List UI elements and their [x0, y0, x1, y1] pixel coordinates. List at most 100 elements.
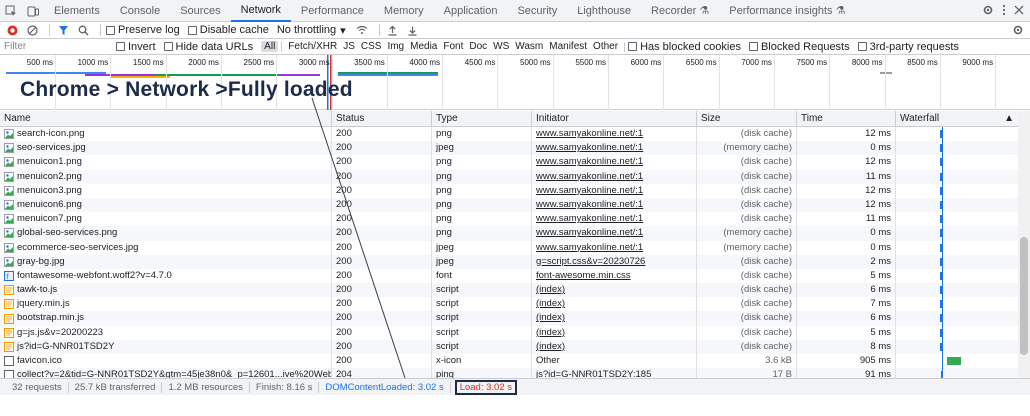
filter-type-fetch-xhr[interactable]: Fetch/XHR [285, 41, 340, 52]
request-initiator[interactable]: www.samyakonline.net/:1 [532, 141, 697, 156]
clear-button[interactable] [24, 22, 40, 38]
table-row[interactable]: collect?v=2&tid=G-NNR01TSD2Y&gtm=45je38n… [0, 368, 1018, 378]
tab-application[interactable]: Application [434, 0, 508, 22]
scrollbar-thumb[interactable] [1020, 237, 1028, 355]
request-initiator[interactable]: www.samyakonline.net/:1 [532, 240, 697, 255]
checkbox-box[interactable] [106, 25, 115, 35]
tab-network[interactable]: Network [230, 0, 291, 22]
filter-type-img[interactable]: Img [384, 41, 407, 52]
tab-performance-insights[interactable]: Performance insights ⚗ [719, 0, 855, 22]
request-name-cell[interactable]: bootstrap.min.js [0, 311, 332, 326]
checkbox-box[interactable] [163, 42, 173, 51]
table-row[interactable]: menuicon6.png 200 png www.samyakonline.net/… [0, 197, 1018, 213]
filter-type-manifest[interactable]: Manifest [546, 41, 590, 52]
checkbox-box[interactable] [857, 42, 867, 51]
checkbox-box[interactable] [628, 42, 638, 51]
request-initiator[interactable]: g=script.css&v=20230726 [532, 254, 697, 269]
request-name-cell[interactable]: global-seo-services.png [0, 226, 332, 241]
filter-icon[interactable] [55, 22, 71, 38]
request-name-cell[interactable]: ecommerce-seo-services.jpg [0, 240, 332, 255]
table-row[interactable]: global-seo-services.png 200 png www.samyako… [0, 226, 1018, 241]
request-initiator[interactable]: www.samyakonline.net/:1 [532, 127, 697, 142]
table-row[interactable]: gray-bg.jpg 200 jpeg g=script.css&v=2023072… [0, 254, 1018, 269]
close-devtools-icon[interactable] [1014, 5, 1024, 18]
request-initiator[interactable]: js?id=G-NNR01TSD2Y:185 [532, 368, 697, 378]
table-row[interactable]: favicon.ico 200 x-icon Other 3.6 kB 905 ms [0, 354, 1018, 369]
request-initiator[interactable]: www.samyakonline.net/:1 [532, 226, 697, 241]
table-row[interactable]: ecommerce-seo-services.jpg 200 jpeg www.sam… [0, 240, 1018, 255]
request-name-cell[interactable]: menuicon2.png [0, 169, 332, 184]
tab-security[interactable]: Security [507, 0, 567, 22]
request-name-cell[interactable]: search-icon.png [0, 127, 332, 142]
hide-data-urls-checkbox[interactable]: Hide data URLs [163, 41, 253, 53]
table-row[interactable]: menuicon1.png 200 png www.samyakonline.net/… [0, 155, 1018, 170]
request-name-cell[interactable]: seo-services.jpg [0, 141, 332, 156]
tab-sources[interactable]: Sources [170, 0, 230, 22]
column-header-initiator[interactable]: Initiator [532, 111, 697, 127]
tab-recorder[interactable]: Recorder ⚗ [641, 0, 719, 22]
request-name-cell[interactable]: menuicon1.png [0, 155, 332, 170]
record-button[interactable] [4, 22, 20, 38]
request-name-cell[interactable]: jquery.min.js [0, 297, 332, 312]
table-row[interactable]: js?id=G-NNR01TSD2Y 200 script (index) (disk … [0, 339, 1018, 354]
table-row[interactable]: seo-services.jpg 200 jpeg www.samyakonline.… [0, 141, 1018, 156]
filter-type-font[interactable]: Font [440, 41, 466, 52]
request-name-cell[interactable]: collect?v=2&tid=G-NNR01TSD2Y&gtm=45je38n… [0, 368, 332, 378]
checkbox-box[interactable] [116, 42, 125, 51]
more-options-icon[interactable] [1002, 4, 1006, 19]
preserve-log-checkbox[interactable]: Preserve log [106, 24, 180, 36]
filter-type-media[interactable]: Media [407, 41, 440, 52]
request-name-cell[interactable]: js?id=G-NNR01TSD2Y [0, 339, 332, 354]
tab-performance[interactable]: Performance [291, 0, 374, 22]
filter-type-js[interactable]: JS [340, 41, 358, 52]
checkbox-box[interactable] [748, 42, 758, 51]
request-name-cell[interactable]: menuicon3.png [0, 183, 332, 198]
request-initiator[interactable]: www.samyakonline.net/:1 [532, 155, 697, 170]
filter-type-other[interactable]: Other [590, 41, 621, 52]
request-initiator[interactable]: www.samyakonline.net/:1 [532, 197, 697, 213]
table-row[interactable]: f fontawesome-webfont.woff2?v=4.7.0 200 fon… [0, 268, 1018, 284]
invert-checkbox[interactable]: Invert [116, 41, 156, 53]
third-party-checkbox[interactable]: 3rd-party requests [857, 41, 959, 53]
network-conditions-wifi-icon[interactable] [354, 22, 370, 38]
request-initiator[interactable]: (index) [532, 325, 697, 340]
blocked-cookies-checkbox[interactable]: Has blocked cookies [628, 41, 741, 53]
request-initiator[interactable]: (index) [532, 339, 697, 354]
table-scrollbar[interactable] [1018, 111, 1030, 378]
settings-gear-icon[interactable] [982, 4, 994, 19]
tab-elements[interactable]: Elements [44, 0, 110, 22]
column-header-type[interactable]: Type [432, 111, 532, 127]
tab-lighthouse[interactable]: Lighthouse [567, 0, 641, 22]
request-initiator[interactable]: font-awesome.min.css [532, 268, 697, 284]
request-initiator[interactable]: www.samyakonline.net/:1 [532, 183, 697, 198]
column-header-name[interactable]: Name [0, 111, 332, 127]
column-header-size[interactable]: Size [697, 111, 797, 127]
export-har-download-icon[interactable] [405, 22, 421, 38]
checkbox-box[interactable] [187, 25, 197, 35]
column-header-waterfall[interactable]: Waterfall ▲ [896, 111, 1018, 127]
table-row[interactable]: bootstrap.min.js 200 script (index) (disk ca… [0, 311, 1018, 326]
filter-type-all[interactable]: All [261, 41, 279, 52]
blocked-requests-checkbox[interactable]: Blocked Requests [748, 41, 850, 53]
request-name-cell[interactable]: favicon.ico [0, 354, 332, 369]
tab-console[interactable]: Console [110, 0, 170, 22]
request-name-cell[interactable]: g=js.js&v=20200223 [0, 325, 332, 340]
network-settings-gear-icon[interactable] [1012, 24, 1024, 39]
table-row[interactable]: jquery.min.js 200 script (index) (disk cache… [0, 297, 1018, 312]
table-row[interactable]: tawk-to.js 200 script (index) (disk cache) 6 … [0, 283, 1018, 298]
filter-type-wasm[interactable]: Wasm [512, 41, 546, 52]
request-name-cell[interactable]: menuicon6.png [0, 197, 332, 213]
throttling-select[interactable]: No throttling ▾ [277, 24, 346, 37]
table-row[interactable]: search-icon.png 200 png www.samyakonline.ne… [0, 127, 1018, 142]
column-header-time[interactable]: Time [797, 111, 896, 127]
request-initiator[interactable]: (index) [532, 297, 697, 312]
search-icon[interactable] [75, 22, 91, 38]
request-initiator[interactable]: www.samyakonline.net/:1 [532, 169, 697, 184]
request-name-cell[interactable]: menuicon7.png [0, 212, 332, 227]
table-row[interactable]: menuicon2.png 200 png www.samyakonline.net/… [0, 169, 1018, 184]
request-initiator[interactable]: (index) [532, 283, 697, 298]
filter-type-ws[interactable]: WS [490, 41, 512, 52]
table-row[interactable]: menuicon7.png 200 png www.samyakonline.net/… [0, 212, 1018, 227]
request-initiator[interactable]: www.samyakonline.net/:1 [532, 212, 697, 227]
column-header-status[interactable]: Status [332, 111, 432, 127]
